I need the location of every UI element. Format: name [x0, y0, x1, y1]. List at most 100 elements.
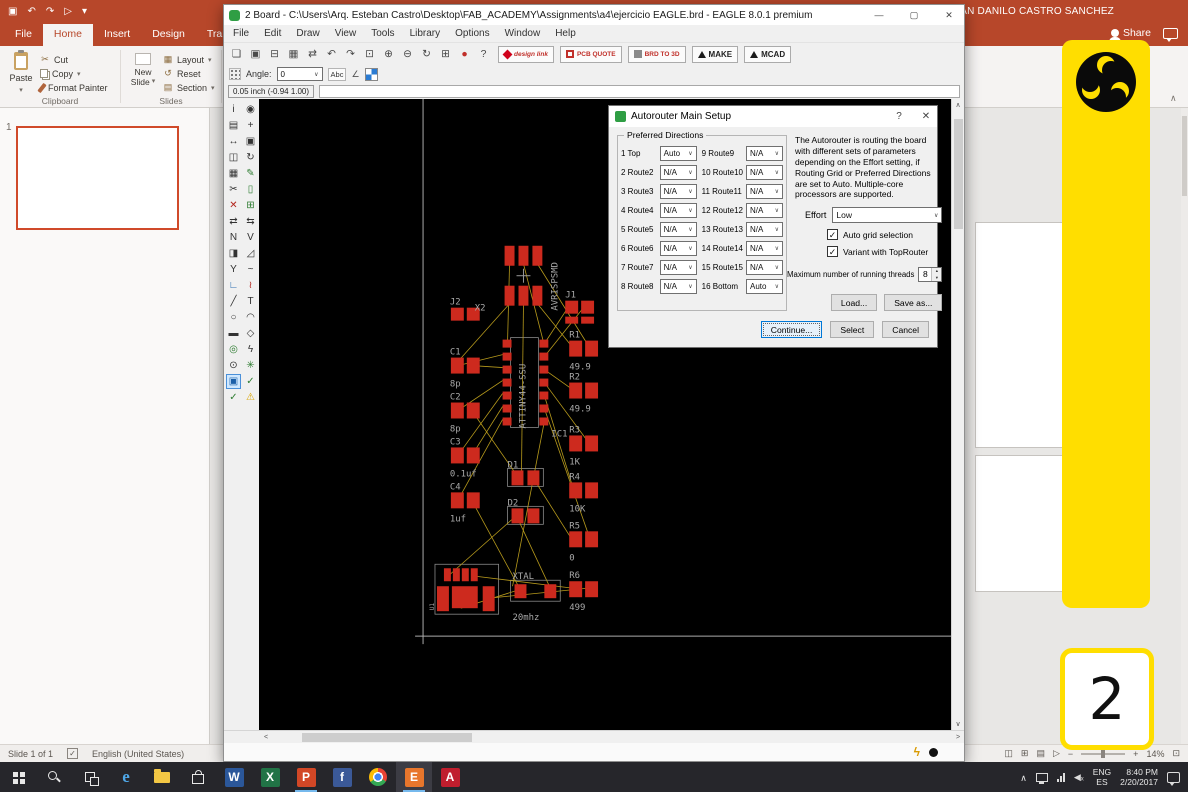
vertical-scrollbar[interactable] — [951, 99, 964, 730]
zoom-fit-icon[interactable]: ⊡ — [361, 46, 378, 62]
menu-view[interactable]: View — [335, 28, 357, 39]
polygon-tool[interactable]: ◇ — [243, 326, 258, 341]
menu-library[interactable]: Library — [410, 28, 441, 39]
menu-options[interactable]: Options — [455, 28, 489, 39]
zoom-percent[interactable]: 14% — [1146, 749, 1164, 759]
layer-display-icon[interactable] — [364, 67, 378, 81]
new-slide-button[interactable]: New Slide ▾ — [126, 49, 160, 94]
direction-select[interactable]: N/A — [746, 202, 783, 218]
cut-button[interactable]: ✂ Cut — [40, 54, 108, 65]
direction-select[interactable]: N/A — [659, 278, 697, 294]
menu-tools[interactable]: Tools — [371, 28, 394, 39]
display-layers-tool[interactable]: ▤ — [226, 118, 241, 133]
pcb-quote-button[interactable]: PCB QUOTE — [559, 45, 622, 63]
file-explorer-icon[interactable] — [144, 762, 180, 792]
horizontal-scrollbar[interactable] — [224, 730, 964, 743]
dialog-close-button[interactable] — [915, 106, 937, 127]
spellcheck-icon[interactable]: ✓ — [67, 748, 79, 759]
export-image-icon[interactable]: ▦ — [285, 46, 302, 62]
direction-select[interactable]: N/A — [659, 221, 697, 237]
eagle-icon[interactable]: E — [396, 762, 432, 792]
hidden-icons-chevron[interactable] — [1020, 768, 1027, 786]
zoom-slider[interactable] — [1081, 749, 1126, 758]
zoom-in-icon[interactable]: ⊕ — [380, 46, 397, 62]
task-view-button[interactable] — [72, 762, 108, 792]
auto-grid-checkbox[interactable]: Auto grid selection — [827, 229, 942, 241]
menu-edit[interactable]: Edit — [264, 28, 281, 39]
direction-select[interactable]: N/A — [659, 183, 697, 199]
menu-file[interactable]: File — [233, 28, 249, 39]
format-painter-button[interactable]: Format Painter — [37, 82, 108, 93]
scrollbar-thumb[interactable] — [954, 119, 963, 229]
save-icon[interactable]: ▣ — [8, 7, 17, 17]
grid-settings-icon[interactable] — [229, 68, 241, 80]
direction-select[interactable]: N/A — [746, 221, 783, 237]
save-icon[interactable]: ▣ — [247, 46, 264, 62]
change-tool[interactable]: ✎ — [243, 166, 258, 181]
threads-spinner[interactable]: 8 — [918, 267, 943, 283]
open-icon[interactable]: ❏ — [228, 46, 245, 62]
tab-design[interactable]: Design — [141, 24, 196, 46]
paste-tool[interactable]: ▯ — [243, 182, 258, 197]
direction-select[interactable]: N/A — [659, 259, 697, 275]
undo-icon[interactable]: ↶ — [27, 7, 35, 17]
erc-tool[interactable]: ✓ — [226, 390, 241, 405]
slideshow-view-button[interactable] — [1053, 748, 1060, 759]
effort-select[interactable]: Low — [832, 207, 943, 224]
dialog-titlebar[interactable]: Autorouter Main Setup — [609, 106, 937, 127]
add-tool[interactable]: ⊞ — [243, 198, 258, 213]
group-tool[interactable]: ▦ — [226, 166, 241, 181]
language-indicator[interactable]: English (United States) — [92, 749, 184, 759]
customize-qat-icon[interactable]: ▾ — [82, 7, 87, 17]
print-icon[interactable]: ⊟ — [266, 46, 283, 62]
zoom-in-button[interactable] — [1133, 749, 1138, 759]
slide-area-scrollbar[interactable] — [1181, 108, 1188, 744]
reset-button[interactable]: ↺ Reset — [163, 68, 215, 79]
direction-select[interactable]: N/A — [746, 259, 783, 275]
direction-select[interactable]: N/A — [659, 240, 697, 256]
angle-mode-icon[interactable]: ∠ — [351, 69, 359, 80]
minimize-button[interactable] — [864, 5, 894, 25]
search-button[interactable] — [36, 762, 72, 792]
drc-tool[interactable]: ✓ — [243, 374, 258, 389]
scroll-down-icon[interactable] — [952, 718, 964, 730]
rect-tool[interactable]: ▬ — [226, 326, 241, 341]
network-icon[interactable] — [1056, 772, 1065, 782]
facebook-icon[interactable]: f — [324, 762, 360, 792]
show-tool[interactable]: ◉ — [243, 102, 258, 117]
dialog-help-button[interactable] — [888, 106, 910, 127]
spin-down-icon[interactable] — [932, 275, 941, 282]
design-link-button[interactable]: design link — [498, 45, 554, 63]
slideshow-icon[interactable]: ▷ — [64, 7, 72, 17]
rotate-tool[interactable]: ↻ — [243, 150, 258, 165]
mark-tool[interactable]: + — [243, 118, 258, 133]
arc-tool[interactable]: ◠ — [243, 310, 258, 325]
scroll-up-icon[interactable] — [952, 99, 964, 111]
board-canvas[interactable]: J2 X2 J1 C1 8p C2 8p C3 0.1uf C4 1uf R1 49.9 R2 49.9 R3… — [259, 99, 951, 730]
brd-to-3d-button[interactable]: BRD TO 3D — [627, 45, 686, 63]
command-input[interactable] — [319, 84, 960, 98]
direction-select[interactable]: N/A — [659, 202, 697, 218]
zoom-out-icon[interactable]: ⊖ — [399, 46, 416, 62]
close-button[interactable] — [934, 5, 964, 25]
lightning-icon[interactable]: ϟ — [914, 745, 920, 759]
tab-file[interactable]: File — [4, 24, 43, 46]
direction-select[interactable]: N/A — [659, 164, 697, 180]
load-button[interactable]: Load... — [830, 294, 878, 312]
slide-sorter-view-button[interactable] — [1021, 748, 1029, 759]
stop-icon[interactable]: ● — [456, 46, 473, 62]
copy-tool[interactable]: ▣ — [243, 134, 258, 149]
menu-draw[interactable]: Draw — [296, 28, 319, 39]
zoom-redraw-icon[interactable]: ↻ — [418, 46, 435, 62]
store-icon[interactable] — [180, 762, 216, 792]
angle-select[interactable]: 0 — [276, 67, 323, 81]
direction-select[interactable]: Auto — [746, 278, 783, 294]
signal-tool[interactable]: ϟ — [243, 342, 258, 357]
action-center-icon[interactable] — [1167, 771, 1180, 786]
share-button[interactable]: Share — [1108, 27, 1151, 42]
section-button[interactable]: ▤ Section ▾ — [163, 82, 215, 93]
redo-icon[interactable]: ↷ — [46, 7, 54, 17]
select-button[interactable]: Select — [830, 321, 875, 339]
redo-icon[interactable]: ↷ — [342, 46, 359, 62]
help-icon[interactable]: ? — [475, 46, 492, 62]
